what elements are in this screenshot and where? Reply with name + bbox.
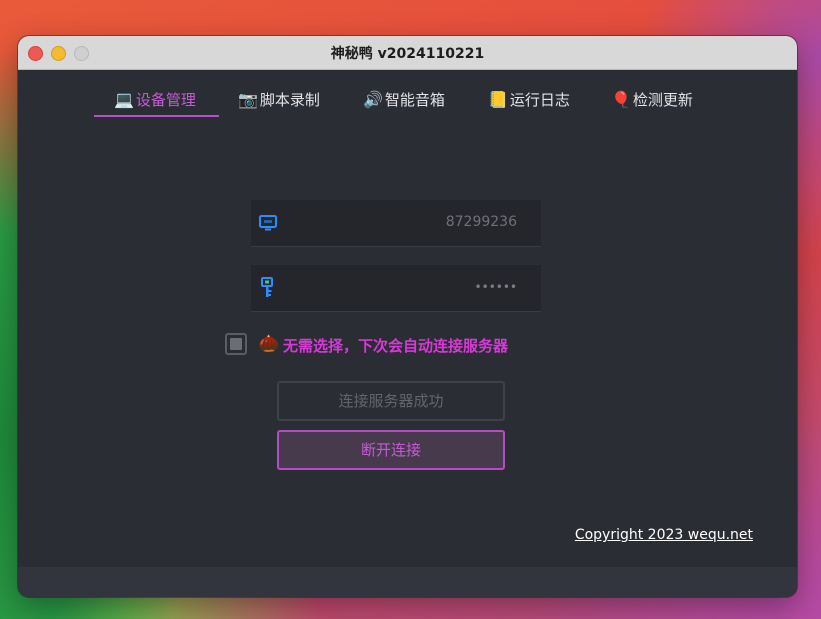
password-field[interactable]: •••••• — [251, 265, 541, 312]
tab-check-update[interactable]: 🎈 检测更新 — [611, 86, 693, 116]
notebook-icon: 📒 — [488, 90, 508, 109]
monitor-icon — [259, 214, 277, 232]
tab-device-management[interactable]: 💻 设备管理 — [114, 86, 196, 116]
connection-status-button[interactable]: 连接服务器成功 — [277, 381, 505, 421]
tab-label: 运行日志 — [509, 91, 570, 109]
tab-smart-speaker[interactable]: 🔊 智能音箱 — [363, 86, 445, 116]
copyright-link[interactable]: Copyright 2023 wequ.net — [575, 527, 753, 543]
tab-label: 检测更新 — [632, 91, 693, 109]
balloon-icon: 🎈 — [611, 90, 631, 109]
footer-bar — [18, 567, 797, 597]
disconnect-button[interactable]: 断开连接 — [277, 430, 505, 470]
speaker-icon: 🔊 — [363, 90, 383, 109]
auto-connect-checkbox[interactable] — [225, 333, 247, 355]
device-id-value: 87299236 — [445, 214, 517, 230]
tab-label: 智能音箱 — [384, 91, 445, 109]
tab-script-recording[interactable]: 📷 脚本录制 — [238, 86, 320, 116]
window-title: 神秘鸭 v2024110221 — [330, 46, 485, 62]
main-content: 💻 设备管理 📷 脚本录制 🔊 智能音箱 📒 运行日志 🎈 检测更新 87299… — [18, 70, 797, 567]
title-bar[interactable]: 神秘鸭 v2024110221 — [18, 36, 797, 70]
laptop-icon: 💻 — [114, 90, 134, 109]
device-id-field[interactable]: 87299236 — [251, 200, 541, 247]
camera-icon: 📷 — [238, 90, 258, 109]
password-value: •••••• — [474, 280, 517, 294]
tab-label: 设备管理 — [135, 91, 196, 109]
active-tab-indicator — [94, 115, 219, 117]
tab-run-log[interactable]: 📒 运行日志 — [488, 86, 570, 116]
key-icon — [259, 277, 277, 297]
tab-label: 脚本录制 — [259, 91, 320, 109]
auto-connect-label: 无需选择，下次会自动连接服务器 — [283, 337, 509, 355]
app-window: 神秘鸭 v2024110221 💻 设备管理 📷 脚本录制 🔊 智能音箱 📒 运行日志 … — [18, 36, 797, 597]
chestnut-icon: 🌰 — [258, 334, 280, 354]
